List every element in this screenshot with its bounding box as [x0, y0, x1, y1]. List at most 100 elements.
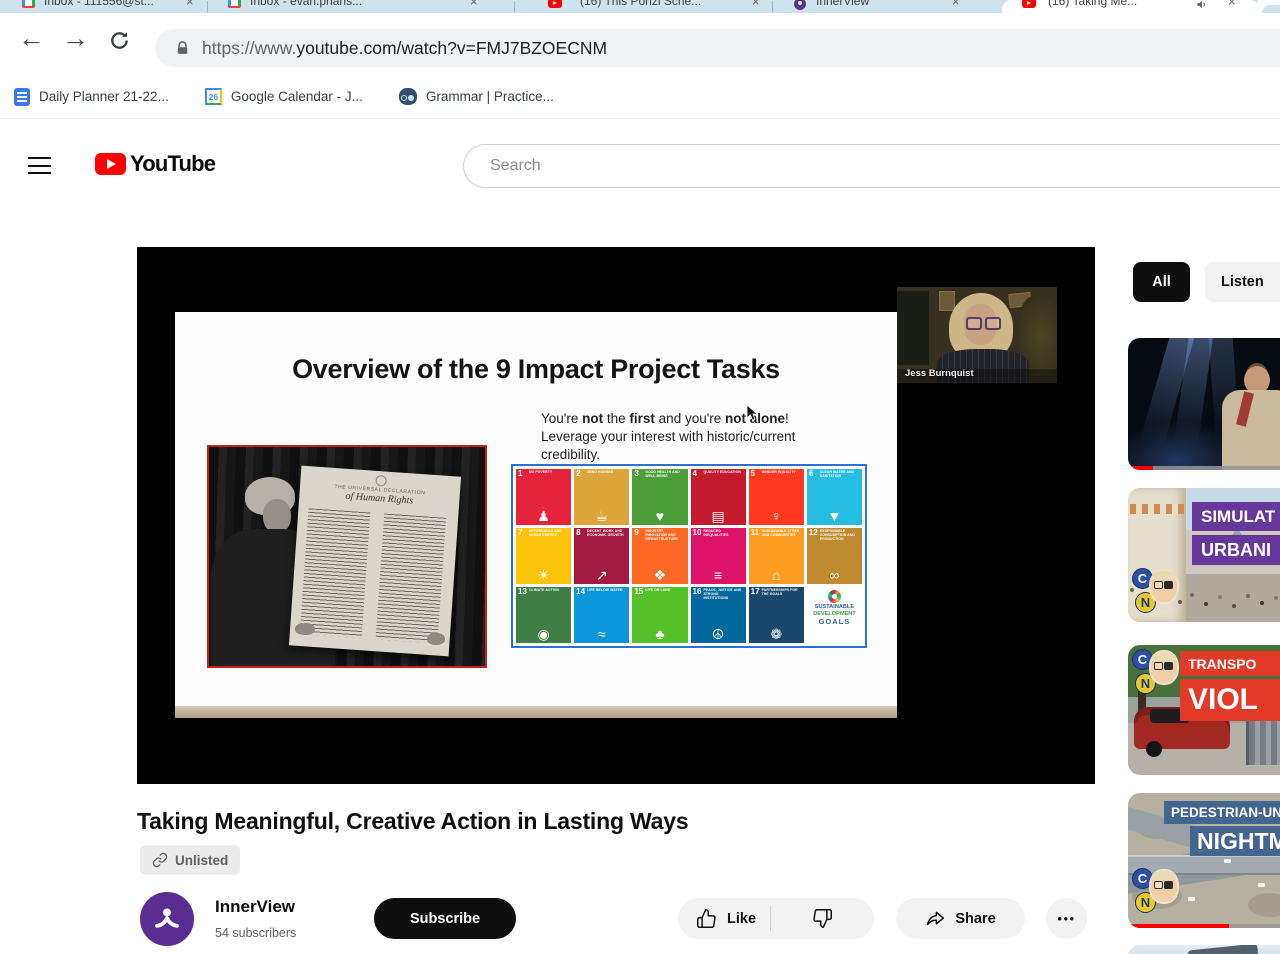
- photo-figure-hand: [295, 623, 315, 635]
- sdg-label: LIFE ON LAND: [645, 588, 671, 592]
- share-arrow-icon: [927, 911, 945, 926]
- sdg-icon: ♟: [537, 507, 550, 524]
- thumbnail-text-banner: URBANI: [1192, 535, 1280, 565]
- sdg-number: 1: [518, 469, 523, 478]
- forward-button[interactable]: →: [62, 25, 89, 52]
- link-icon: [152, 852, 168, 868]
- address-bar[interactable]: https://www.youtube.com/watch?v=FMJ7BZOE…: [155, 29, 1280, 67]
- tab-label[interactable]: Inbox - evan.phans...: [250, 0, 362, 8]
- sdg-label: PARTNERSHIPS FOR THE GOALS: [761, 588, 798, 596]
- youtube-logo[interactable]: YouTube: [95, 151, 216, 177]
- suggested-video-thumbnail[interactable]: [1128, 945, 1280, 954]
- para-text-bold: not: [582, 411, 604, 426]
- tab-label[interactable]: Inbox - 111556@st...: [44, 0, 154, 8]
- sdg-number: 2: [576, 469, 581, 478]
- citynerd-logo: C N: [1132, 649, 1182, 697]
- tab-close-icon[interactable]: ×: [952, 0, 960, 8]
- sdg-icon: ☕: [595, 507, 609, 524]
- car-dot: [1188, 897, 1195, 901]
- youtube-wordmark: YouTube: [130, 151, 216, 176]
- share-button[interactable]: Share: [896, 898, 1025, 939]
- sdg-icon: ⌂: [772, 566, 781, 583]
- subscribe-button[interactable]: Subscribe: [374, 898, 516, 939]
- thumbs-down-icon: [813, 909, 832, 928]
- presentation-slide: Overview of the 9 Impact Project Tasks Y…: [175, 312, 897, 706]
- back-button[interactable]: ←: [18, 25, 45, 52]
- tab-close-icon[interactable]: ×: [186, 0, 194, 8]
- search-input[interactable]: [488, 156, 1192, 176]
- gmail-icon: [22, 0, 35, 8]
- new-tab-button[interactable]: [1262, 5, 1280, 13]
- tab-close-icon[interactable]: ×: [470, 0, 478, 8]
- poster-text-column: [375, 513, 447, 644]
- tab-label[interactable]: (16) This Ponzi Sche...: [580, 0, 701, 8]
- dislike-button[interactable]: [771, 898, 874, 939]
- innerview-icon: [794, 0, 806, 10]
- browser-window: Inbox - 111556@st... × Inbox - evan.phan…: [0, 0, 1280, 954]
- tab-close-icon[interactable]: ×: [1228, 0, 1236, 8]
- webcam-background-doorway: [897, 291, 929, 365]
- google-calendar-icon: 26: [204, 88, 222, 105]
- suggested-video-thumbnail[interactable]: TRANSPO VIOL C N: [1128, 645, 1280, 775]
- suggested-video-thumbnail[interactable]: PEDESTRIAN-UN NIGHTMA C N: [1128, 793, 1280, 928]
- sdg-label: AFFORDABLE AND CLEAN ENERGY: [529, 529, 562, 537]
- sdg-tile: 13 CLIMATE ACTION ◉: [516, 587, 572, 643]
- bookmark-daily-planner[interactable]: Daily Planner 21-22...: [14, 87, 169, 106]
- sdg-number: 8: [576, 528, 581, 537]
- sdg-number: 16: [692, 587, 702, 596]
- bookmark-google-calendar[interactable]: 26 Google Calendar - J...: [204, 88, 363, 105]
- thumbnail-text-banner: TRANSPO: [1180, 651, 1280, 676]
- sdg-number: 5: [750, 469, 756, 478]
- logo-face-icon: [1149, 650, 1179, 685]
- sdg-tile: 9 INDUSTRY, INNOVATION AND INFRASTRUCTURE…: [632, 528, 688, 584]
- sdg-icon: ♣: [655, 625, 665, 642]
- sdg-label: REDUCED INEQUALITIES: [703, 529, 729, 537]
- more-actions-button[interactable]: •••: [1046, 898, 1087, 939]
- sdg-icon: ☮: [711, 625, 725, 642]
- thumbnail-shape: [1187, 945, 1259, 954]
- like-button[interactable]: Like: [678, 898, 770, 939]
- suggested-video-thumbnail[interactable]: [1128, 338, 1280, 470]
- video-player[interactable]: Overview of the 9 Impact Project Tasks Y…: [137, 247, 1095, 784]
- sdg-label: GENDER EQUALITY: [761, 470, 796, 474]
- slide-paragraph: You're not the first and you're not alon…: [541, 410, 851, 463]
- sdg-tile: 3 GOOD HEALTH AND WELL-BEING ♥: [632, 469, 688, 525]
- gmail-icon: [228, 0, 241, 8]
- filter-chip-all[interactable]: All: [1133, 262, 1190, 302]
- para-text: credibility.: [541, 446, 601, 462]
- citynerd-logo: C N: [1132, 868, 1182, 916]
- search-box: [463, 144, 1280, 188]
- ground-patch: [1248, 893, 1280, 917]
- filter-chip-listen[interactable]: Listen: [1205, 262, 1280, 302]
- reload-button[interactable]: [108, 29, 131, 57]
- browser-tab-strip: Inbox - 111556@st... × Inbox - evan.phan…: [0, 0, 1280, 13]
- sdg-label: ZERO HUNGER: [587, 470, 614, 474]
- poster-text-column: [299, 508, 371, 639]
- channel-avatar[interactable]: [140, 892, 194, 946]
- para-text-bold: first: [629, 411, 655, 426]
- tab-label[interactable]: InnerView: [816, 0, 869, 8]
- sdg-tile: 8 DECENT WORK AND ECONOMIC GROWTH ↗: [574, 528, 630, 584]
- tab-audio-icon[interactable]: [1196, 0, 1207, 13]
- channel-subscribers: 54 subscribers: [215, 926, 297, 940]
- menu-button[interactable]: [28, 157, 51, 174]
- sdg-logo-tile: SUSTAINABLE DEVELOPMENT GOALS: [806, 587, 862, 643]
- slide-desk-edge: [175, 706, 897, 718]
- youtube-play-icon: [95, 153, 126, 175]
- sdg-number: 7: [518, 528, 523, 537]
- bookmark-grammar[interactable]: Grammar | Practice...: [398, 88, 554, 105]
- para-text: !: [785, 411, 789, 426]
- suggested-video-thumbnail[interactable]: SIMULAT URBANI C N: [1128, 488, 1280, 622]
- sdg-tile: 7 AFFORDABLE AND CLEAN ENERGY ☀: [516, 528, 572, 584]
- address-url: https://www.youtube.com/watch?v=FMJ7BZOE…: [202, 38, 607, 59]
- tab-label[interactable]: (16) Taking Me...: [1048, 0, 1137, 8]
- channel-name[interactable]: InnerView: [215, 897, 295, 917]
- webcam-overlay: Jess Burnquist: [897, 287, 1057, 383]
- sdg-number: 15: [634, 587, 644, 596]
- sdg-icon: ☀: [537, 566, 550, 583]
- reload-icon: [111, 32, 128, 49]
- innerview-logo-icon: [155, 908, 179, 928]
- tab-close-icon[interactable]: ×: [752, 0, 760, 8]
- thumbnail-text-banner: SIMULAT: [1192, 502, 1280, 531]
- sdg-tile: 17 PARTNERSHIPS FOR THE GOALS ❁: [748, 587, 804, 643]
